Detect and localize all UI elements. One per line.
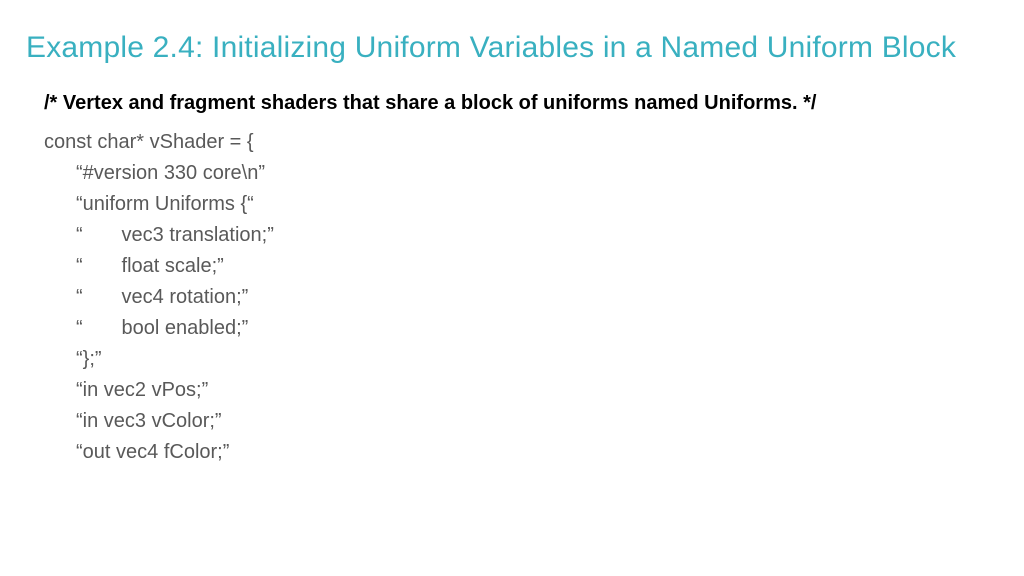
code-line: “uniform Uniforms {“ xyxy=(44,189,998,220)
code-line: “ vec4 rotation;” xyxy=(44,282,998,313)
code-line: “ bool enabled;” xyxy=(44,313,998,344)
code-line: “in vec2 vPos;” xyxy=(44,375,998,406)
code-line: const char* vShader = { xyxy=(44,127,998,158)
code-line: “out vec4 fColor;” xyxy=(44,437,998,468)
slide-title: Example 2.4: Initializing Uniform Variab… xyxy=(26,30,998,66)
slide-body: /* Vertex and fragment shaders that shar… xyxy=(26,90,998,468)
code-line: “};” xyxy=(44,344,998,375)
code-line: “in vec3 vColor;” xyxy=(44,406,998,437)
code-line: “#version 330 core\n” xyxy=(44,158,998,189)
code-line: “ vec3 translation;” xyxy=(44,220,998,251)
slide: Example 2.4: Initializing Uniform Variab… xyxy=(0,0,1024,576)
code-comment: /* Vertex and fragment shaders that shar… xyxy=(44,90,998,117)
code-line: “ float scale;” xyxy=(44,251,998,282)
